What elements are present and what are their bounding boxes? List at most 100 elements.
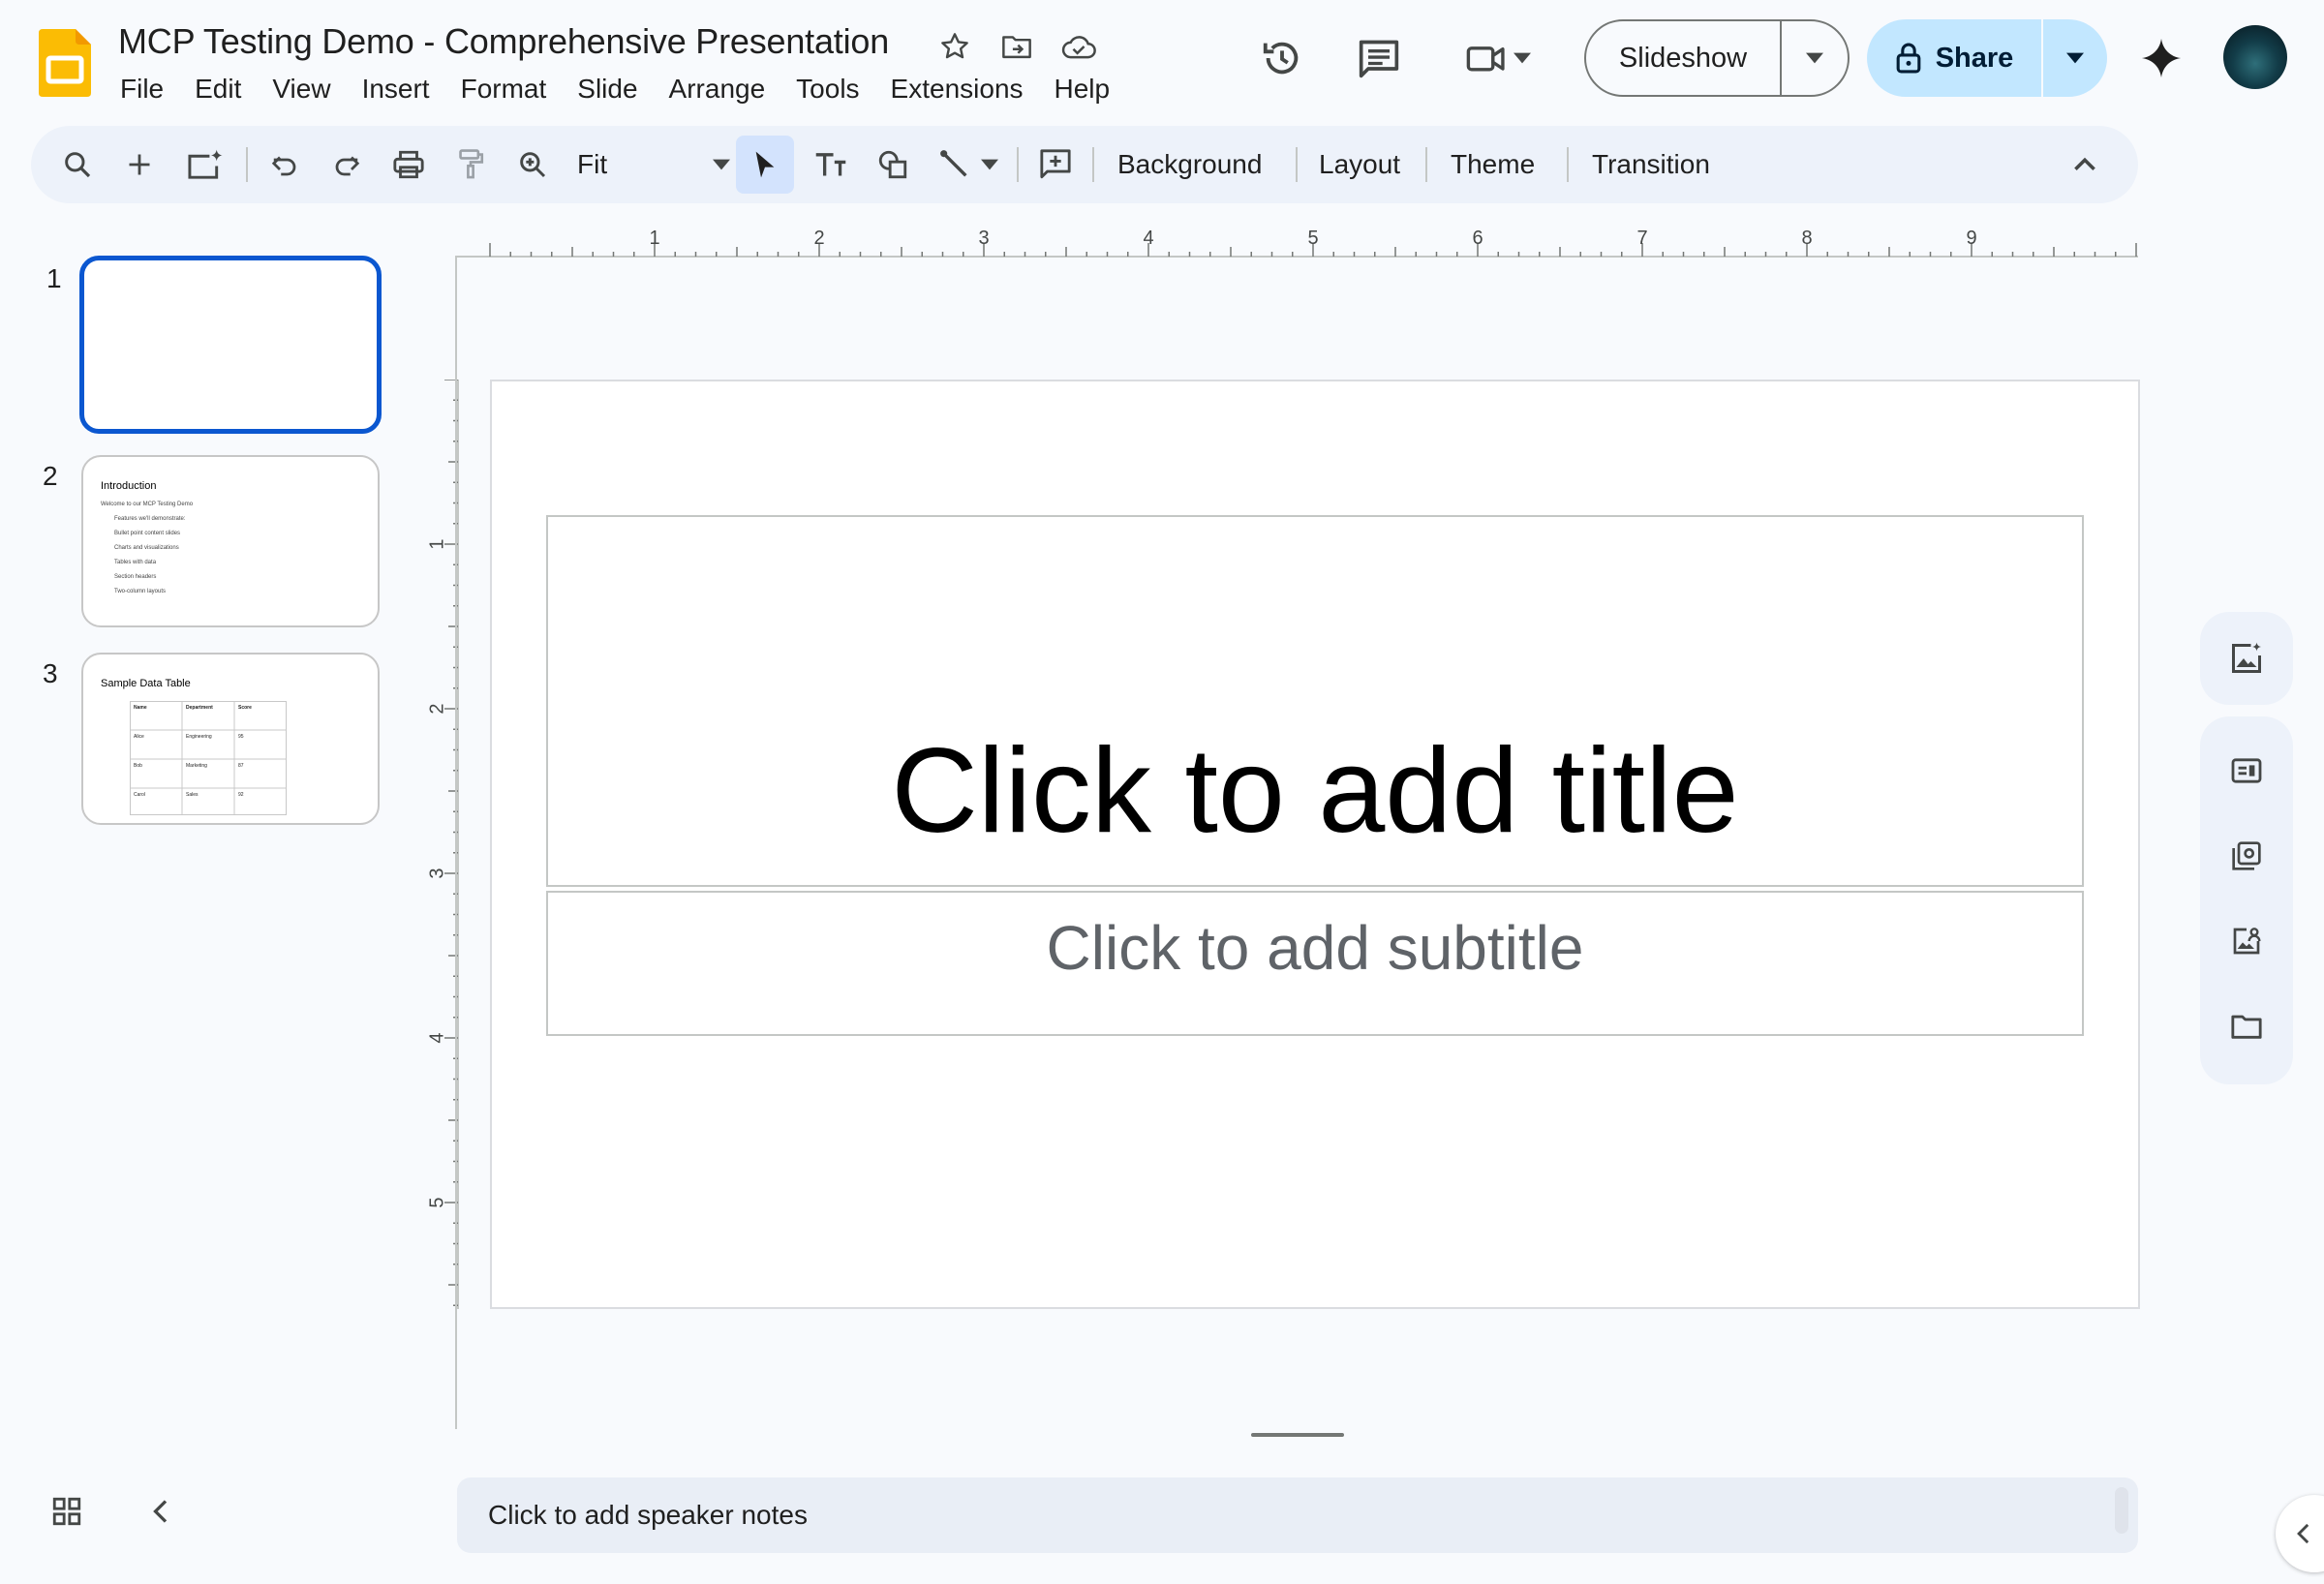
grid-view-button[interactable] (50, 1495, 89, 1534)
background-button[interactable]: Background (1117, 136, 1262, 194)
line-button[interactable] (930, 136, 1007, 194)
side-panel-keep-button[interactable] (2223, 833, 2270, 879)
ruler-label: 8 (1801, 228, 1812, 249)
menu-slide[interactable]: Slide (562, 74, 653, 105)
vertical-ruler[interactable]: 1 2 3 4 5 (426, 380, 459, 1309)
slides-logo[interactable] (39, 29, 91, 97)
canvas-left-edge (455, 258, 457, 1429)
hide-side-panel-button[interactable] (2276, 1495, 2324, 1572)
menu-extensions[interactable]: Extensions (875, 74, 1039, 105)
comments-button[interactable] (1350, 21, 1408, 95)
search-icon (65, 152, 91, 178)
ruler-label: 6 (1472, 228, 1483, 249)
speaker-notes[interactable]: Click to add speaker notes (457, 1477, 2138, 1553)
zoom-button[interactable] (507, 136, 558, 194)
menu-help[interactable]: Help (1039, 74, 1126, 105)
slideshow-button[interactable]: Slideshow (1586, 21, 1782, 95)
generate-image-button[interactable] (176, 136, 234, 194)
document-title[interactable]: MCP Testing Demo - Comprehensive Present… (118, 21, 889, 62)
ruler-label: 1 (649, 228, 659, 249)
thumb-cell: Marketing (186, 763, 207, 769)
ruler-label: 1 (426, 538, 447, 549)
slide-thumbnail-2[interactable]: Introduction Welcome to our MCP Testing … (81, 455, 380, 627)
ruler-label: 7 (1636, 228, 1647, 249)
thumb-bullet: Tables with data (114, 560, 157, 565)
title-placeholder[interactable]: Click to add title (546, 515, 2084, 887)
layout-cards-icon (2231, 758, 2262, 783)
toolbar-divider (1296, 147, 1298, 182)
history-icon (1263, 42, 1299, 75)
ruler-label: 4 (1143, 228, 1153, 249)
add-comment-icon (1040, 149, 1071, 179)
move-to-folder-icon[interactable] (997, 27, 1036, 66)
toolbar-divider (246, 147, 248, 182)
menu-edit[interactable]: Edit (179, 74, 257, 105)
ruler-label: 4 (426, 1032, 447, 1043)
account-avatar[interactable] (2223, 25, 2287, 89)
collapse-toolbar-button[interactable] (2061, 136, 2109, 194)
subtitle-placeholder[interactable]: Click to add subtitle (546, 891, 2084, 1036)
notes-scrollbar[interactable] (2115, 1487, 2128, 1534)
text-box-button[interactable] (806, 136, 856, 194)
search-menus-button[interactable] (52, 136, 103, 194)
new-slide-button[interactable] (114, 136, 165, 194)
side-panel-photos-button[interactable] (2223, 918, 2270, 964)
menu-file[interactable]: File (105, 74, 179, 105)
thumb-cell: 87 (238, 763, 244, 769)
video-camera-icon (1466, 46, 1505, 72)
transition-button[interactable]: Transition (1592, 136, 1710, 194)
paint-format-button[interactable] (445, 136, 496, 194)
ruler-label: 5 (1307, 228, 1318, 249)
menu-format[interactable]: Format (445, 74, 563, 105)
subtitle-placeholder-text: Click to add subtitle (1046, 913, 1584, 983)
print-icon (393, 150, 424, 179)
side-panel-calendar-button[interactable] (2223, 747, 2270, 794)
select-tool-button[interactable] (736, 136, 794, 194)
thumb-cell: Bob (134, 763, 142, 769)
horizontal-ruler[interactable]: 1 2 3 4 5 6 7 8 9 (455, 227, 2138, 258)
line-icon (940, 150, 967, 177)
thumb-cell: Name (134, 705, 147, 711)
ruler-label: 2 (426, 703, 447, 714)
menu-tools[interactable]: Tools (780, 74, 874, 105)
image-person-icon (2233, 928, 2261, 955)
side-panel (2200, 716, 2293, 1084)
title-placeholder-text: Click to add title (891, 724, 1739, 858)
slideshow-options-button[interactable] (1782, 21, 1848, 95)
redo-button[interactable] (321, 136, 372, 194)
cloud-saved-icon[interactable] (1059, 27, 1098, 66)
help-me-visualize-button[interactable] (2200, 612, 2293, 705)
zoom-select[interactable]: Fit (577, 136, 742, 194)
print-button[interactable] (383, 136, 434, 194)
notes-resize-handle[interactable] (1251, 1433, 1344, 1437)
layout-button[interactable]: Layout (1319, 136, 1400, 194)
zoom-in-icon (520, 152, 546, 178)
slideshow-button-group: Slideshow (1584, 19, 1850, 97)
slide-thumbnail-3[interactable]: Sample Data Table Name Department Score … (81, 653, 380, 825)
hide-filmstrip-button[interactable] (149, 1497, 188, 1536)
share-options-button[interactable] (2043, 19, 2107, 97)
side-panel-drive-button[interactable] (2223, 1003, 2270, 1050)
gemini-button[interactable] (2134, 21, 2188, 95)
menu-bar: File Edit View Insert Format Slide Arran… (105, 68, 1125, 110)
ruler-label: 2 (813, 228, 824, 249)
theme-button[interactable]: Theme (1451, 136, 1535, 194)
share-button[interactable]: Share (1867, 19, 2043, 97)
thumb-title: Introduction (101, 480, 157, 492)
caret-down-icon (981, 159, 998, 170)
undo-button[interactable] (260, 136, 310, 194)
star-icon[interactable] (935, 27, 974, 66)
menu-view[interactable]: View (257, 74, 346, 105)
add-slide-sparkle-icon (188, 149, 223, 179)
shape-button[interactable] (868, 136, 918, 194)
meet-button[interactable] (1456, 21, 1540, 95)
slides-library-icon (2232, 841, 2261, 870)
version-history-button[interactable] (1253, 21, 1311, 95)
menu-arrange[interactable]: Arrange (654, 74, 781, 105)
slide-thumbnail-1[interactable] (79, 256, 382, 434)
insert-comment-button[interactable] (1028, 136, 1083, 194)
thumb-text: Welcome to our MCP Testing Demo (101, 502, 194, 507)
caret-down-icon (713, 159, 730, 170)
thumb-cell: Carol (134, 792, 145, 798)
menu-insert[interactable]: Insert (347, 74, 445, 105)
